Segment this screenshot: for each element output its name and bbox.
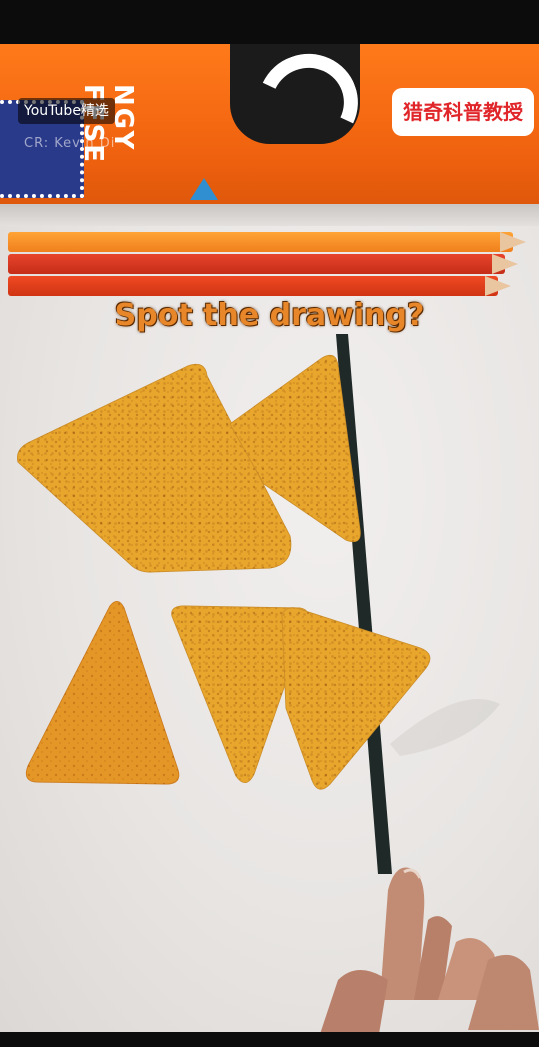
hand	[320, 867, 539, 1032]
top-letterbox	[0, 0, 539, 44]
photo-scene: NGY FFSE YouTube精选 CR: Kevin Di 猎奇科普教授 S…	[0, 44, 539, 1032]
bottom-letterbox	[0, 1032, 539, 1047]
shadow-smear	[390, 699, 500, 756]
video-frame: NGY FFSE YouTube精选 CR: Kevin Di 猎奇科普教授 S…	[0, 0, 539, 1047]
